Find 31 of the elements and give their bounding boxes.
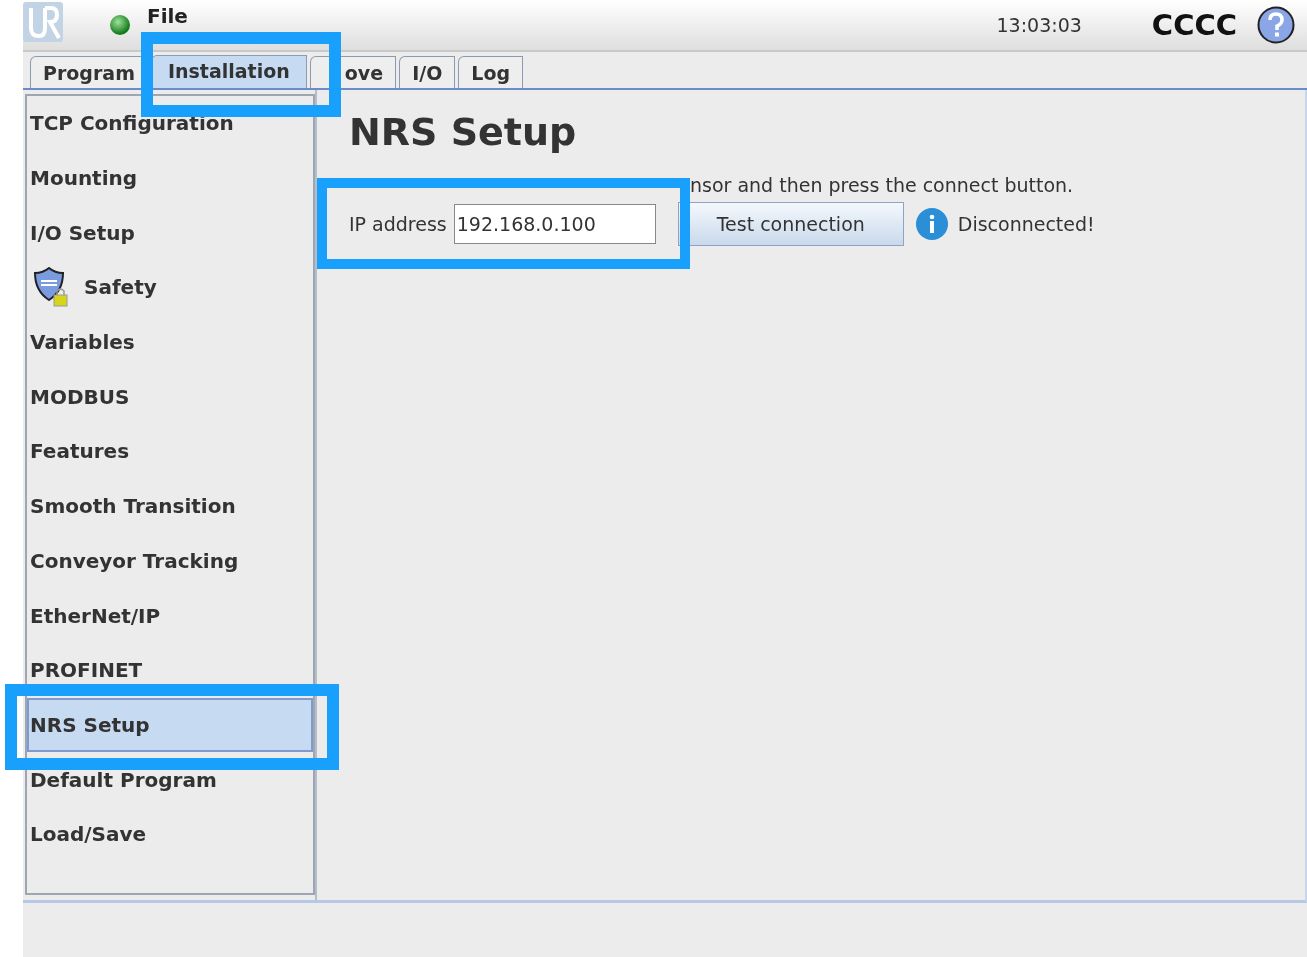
field-label: IP address <box>349 213 447 235</box>
ip-address-field[interactable]: 192.168.0.100 <box>453 204 656 244</box>
status-dot-icon <box>109 14 131 36</box>
sidebar-item[interactable]: Load/Save <box>27 806 313 862</box>
instruction-text: nsor and then press the connect button. <box>690 174 1075 196</box>
locked-shield-icon <box>32 267 68 308</box>
sidebar-item[interactable]: Safety <box>27 260 313 315</box>
page-title: NRS Setup <box>349 110 578 154</box>
sidebar-item[interactable]: Smooth Transition <box>27 478 313 534</box>
connection-status: Disconnected! <box>957 213 1095 235</box>
sidebar-item[interactable]: I/O Setup <box>27 205 313 261</box>
logo-icon <box>23 2 63 42</box>
sidebar-item[interactable]: Default Program <box>27 752 313 807</box>
info-icon <box>915 208 948 240</box>
tab[interactable]: I/O <box>399 56 456 88</box>
sidebar-item[interactable]: Conveyor Tracking <box>27 533 313 589</box>
file-menu[interactable]: File <box>147 5 188 27</box>
sidebar-item[interactable]: Features <box>27 424 313 479</box>
help-icon <box>1257 6 1295 44</box>
sidebar-item[interactable]: MODBUS <box>27 369 313 425</box>
sidebar-item[interactable]: Variables <box>27 314 313 370</box>
sidebar-item[interactable]: Mounting <box>27 150 313 206</box>
robot-name: CCCC <box>1151 8 1237 42</box>
sidebar-item[interactable]: PROFINET <box>27 642 313 698</box>
sidebar-item[interactable]: EtherNet/IP <box>27 588 313 643</box>
clock: 13:03:03 <box>996 14 1082 36</box>
tab[interactable]: Installation <box>150 55 307 88</box>
sidebar-item[interactable]: TCP Configuration <box>27 96 313 151</box>
sidebar-item[interactable]: NRS Setup <box>27 697 313 753</box>
test-connection-button[interactable]: Test connection <box>677 202 904 246</box>
tab[interactable]: Log <box>458 56 524 88</box>
